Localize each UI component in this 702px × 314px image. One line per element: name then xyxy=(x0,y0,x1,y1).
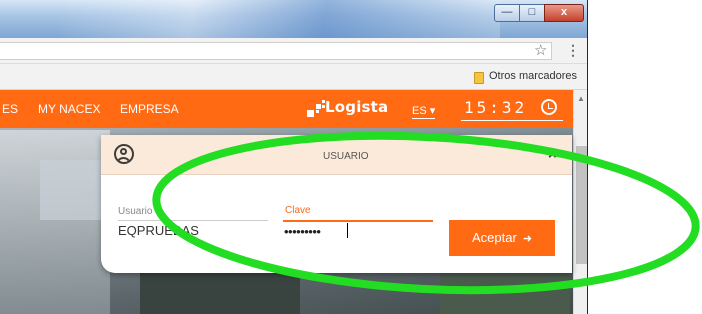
title-bar: — □ x xyxy=(0,0,587,38)
maximize-button[interactable]: □ xyxy=(519,4,545,22)
text-cursor xyxy=(347,223,348,238)
bookmark-folder-other[interactable]: Otros marcadores xyxy=(489,70,577,82)
close-icon[interactable]: × xyxy=(548,146,557,163)
background-photo xyxy=(0,130,110,314)
scroll-thumb[interactable] xyxy=(576,146,587,264)
close-window-button[interactable]: x xyxy=(544,4,584,22)
accept-button[interactable]: Aceptar ➜ xyxy=(449,220,555,256)
bookmarks-bar: Otros marcadores xyxy=(0,64,587,90)
user-icon xyxy=(114,144,134,164)
sign-in-icon: ➜ xyxy=(522,233,533,245)
background-photo-detail xyxy=(140,270,300,314)
nav-item-es[interactable]: ES xyxy=(2,102,18,116)
minimize-button[interactable]: — xyxy=(494,4,520,22)
session-clock: 15:32 xyxy=(461,95,563,121)
star-icon[interactable]: ☆ xyxy=(534,42,547,60)
nav-item-my-nacex[interactable]: MY NACEX xyxy=(38,102,100,116)
username-label: Usuario xyxy=(118,206,153,217)
nav-item-empresa[interactable]: EMPRESA xyxy=(120,102,179,116)
title-bar-background xyxy=(60,0,500,38)
page-scrollbar[interactable]: ▲ xyxy=(573,90,587,314)
address-bar[interactable] xyxy=(0,42,552,60)
clock-time: 15:32 xyxy=(464,98,528,117)
login-panel-header: USUARIO × xyxy=(101,135,572,175)
site-logo[interactable]: Logista xyxy=(307,98,389,120)
login-panel: USUARIO × Usuario EQPRUEBAS Clave ••••••… xyxy=(101,135,572,273)
password-label: Clave xyxy=(285,205,311,216)
site-navbar: ES MY NACEX EMPRESA Logista ES ▾ 15:32 xyxy=(0,90,573,128)
username-field[interactable]: EQPRUEBAS xyxy=(118,223,199,238)
logo-text: Logista xyxy=(325,98,389,116)
password-field-underline xyxy=(283,220,433,222)
folder-icon xyxy=(474,72,484,84)
language-selector[interactable]: ES ▾ xyxy=(412,104,436,119)
accept-button-label: Aceptar xyxy=(471,230,517,245)
password-field[interactable]: ••••••••• xyxy=(284,224,321,239)
web-page: ES MY NACEX EMPRESA Logista ES ▾ 15:32 ▲… xyxy=(0,90,587,314)
scroll-up-arrow-icon[interactable]: ▲ xyxy=(577,94,585,103)
background-photo-detail xyxy=(40,160,110,220)
menu-icon[interactable]: ⋮ xyxy=(566,41,580,59)
browser-toolbar: ☆ ⋮ xyxy=(0,38,587,64)
username-field-underline xyxy=(118,220,268,221)
background-photo-detail xyxy=(440,270,570,314)
login-panel-title: USUARIO xyxy=(323,151,369,162)
browser-window: — □ x ☆ ⋮ Otros marcadores ES MY NACEX E… xyxy=(0,0,588,314)
alarm-clock-icon xyxy=(541,99,557,115)
